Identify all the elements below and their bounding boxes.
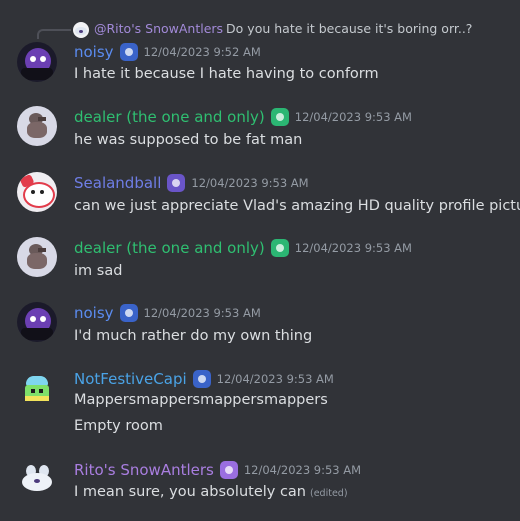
username[interactable]: noisy xyxy=(74,304,114,322)
edited-label: (edited) xyxy=(310,488,348,499)
role-badge-icon[interactable] xyxy=(167,174,186,192)
username[interactable]: Sealandball xyxy=(74,174,161,192)
username[interactable]: noisy xyxy=(74,43,114,61)
message-header: noisy 12/04/2023 9:52 AM xyxy=(74,43,261,61)
avatar[interactable] xyxy=(17,172,57,212)
message-text: Empty room xyxy=(74,418,163,434)
message-text: can we just appreciate Vlad's amazing HD… xyxy=(74,198,520,214)
message-text-content: I mean sure, you absolutely can xyxy=(74,484,306,500)
username[interactable]: dealer (the one and only) xyxy=(74,108,265,126)
timestamp[interactable]: 12/04/2023 9:53 AM xyxy=(144,306,261,320)
message-text: I hate it because I hate having to confo… xyxy=(74,66,379,82)
role-badge-icon[interactable] xyxy=(270,108,289,126)
message-header: NotFestiveCapi 12/04/2023 9:53 AM xyxy=(74,370,334,388)
timestamp[interactable]: 12/04/2023 9:53 AM xyxy=(295,110,412,124)
message-header: noisy 12/04/2023 9:53 AM xyxy=(74,304,261,322)
reply-preview[interactable]: Do you hate it because it's boring orr..… xyxy=(226,21,472,36)
username[interactable]: dealer (the one and only) xyxy=(74,239,265,257)
reply-spine xyxy=(37,29,71,39)
avatar[interactable] xyxy=(17,302,57,342)
message-header: Rito's SnowAntlers 12/04/2023 9:53 AM xyxy=(74,461,361,479)
avatar[interactable] xyxy=(17,368,57,408)
timestamp[interactable]: 12/04/2023 9:53 AM xyxy=(217,372,334,386)
role-badge-icon[interactable] xyxy=(270,239,289,257)
avatar[interactable] xyxy=(17,42,57,82)
message-header: dealer (the one and only) 12/04/2023 9:5… xyxy=(74,108,412,126)
reply-avatar[interactable] xyxy=(73,22,89,38)
role-badge-icon[interactable] xyxy=(119,43,138,61)
message-text: I'd much rather do my own thing xyxy=(74,328,313,344)
avatar[interactable] xyxy=(17,459,57,499)
chat-log: @Rito's SnowAntlers Do you hate it becaus… xyxy=(0,0,520,521)
username[interactable]: Rito's SnowAntlers xyxy=(74,461,214,479)
role-badge-icon[interactable] xyxy=(119,304,138,322)
avatar[interactable] xyxy=(17,106,57,146)
timestamp[interactable]: 12/04/2023 9:53 AM xyxy=(191,176,308,190)
message-text: im sad xyxy=(74,263,123,279)
role-badge-icon[interactable] xyxy=(219,461,238,479)
message-header: dealer (the one and only) 12/04/2023 9:5… xyxy=(74,239,412,257)
timestamp[interactable]: 12/04/2023 9:52 AM xyxy=(144,45,261,59)
message-text: I mean sure, you absolutely can (edited) xyxy=(74,484,348,500)
reply-author[interactable]: @Rito's SnowAntlers xyxy=(94,21,223,36)
message-header: Sealandball 12/04/2023 9:53 AM xyxy=(74,174,309,192)
reply-line[interactable]: @Rito's SnowAntlers Do you hate it becaus… xyxy=(94,21,472,36)
timestamp[interactable]: 12/04/2023 9:53 AM xyxy=(295,241,412,255)
timestamp[interactable]: 12/04/2023 9:53 AM xyxy=(244,463,361,477)
reply-reference[interactable]: @Rito's SnowAntlers Do you hate it becaus… xyxy=(0,0,520,40)
message-text: Mappersmappersmappersmappers xyxy=(74,392,328,408)
username[interactable]: NotFestiveCapi xyxy=(74,370,187,388)
avatar[interactable] xyxy=(17,237,57,277)
message-text: he was supposed to be fat man xyxy=(74,132,303,148)
role-badge-icon[interactable] xyxy=(192,370,211,388)
